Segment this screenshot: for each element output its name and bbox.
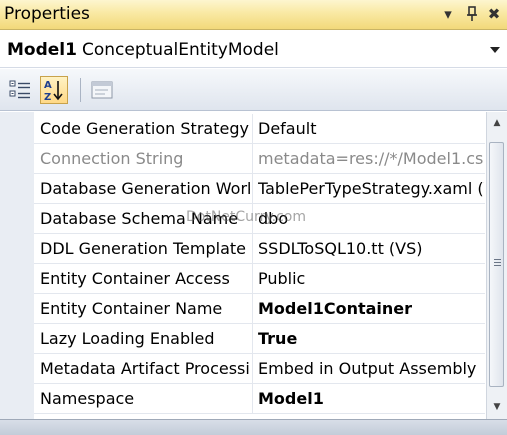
property-name: DDL Generation Template <box>40 239 246 258</box>
property-grid: Code Generation Strategy Default Connect… <box>0 112 485 419</box>
description-splitter[interactable] <box>0 419 507 435</box>
property-value[interactable]: Model1Container <box>258 294 484 324</box>
svg-text:A: A <box>44 80 52 91</box>
property-row-database-generation-workflow[interactable]: Database Generation Workflow TablePerTyp… <box>34 174 485 204</box>
properties-toolbar: A Z <box>0 69 507 111</box>
property-name: Database Generation Workflow <box>40 179 250 198</box>
property-row-metadata-artifact-processing[interactable]: Metadata Artifact Processing Embed in Ou… <box>34 354 485 384</box>
column-divider <box>252 384 253 414</box>
property-row-ddl-generation-template[interactable]: DDL Generation Template SSDLToSQL10.tt (… <box>34 234 485 264</box>
grip-line <box>494 262 501 263</box>
scroll-down-icon[interactable]: ▼ <box>487 398 507 416</box>
grid-gutter <box>0 112 34 419</box>
scroll-up-icon[interactable]: ▲ <box>487 114 507 132</box>
property-name: Entity Container Access <box>40 269 230 288</box>
object-name: Model1 <box>7 40 77 60</box>
property-row-connection-string[interactable]: Connection String metadata=res://*/Model… <box>34 144 485 174</box>
toolbar-separator <box>80 78 81 102</box>
property-value[interactable]: SSDLToSQL10.tt (VS) <box>258 234 484 264</box>
property-name: Namespace <box>40 389 135 408</box>
property-value[interactable]: Model1 <box>258 384 484 414</box>
property-value[interactable]: metadata=res://*/Model1.csdl|res://*/Mod… <box>258 144 484 174</box>
column-divider <box>252 144 253 174</box>
property-value[interactable]: Embed in Output Assembly <box>258 354 484 384</box>
property-name: Code Generation Strategy <box>40 119 249 138</box>
window-dropdown-icon[interactable]: ▾ <box>438 4 458 24</box>
property-row-entity-container-name[interactable]: Entity Container Name Model1Container <box>34 294 485 324</box>
column-divider <box>252 354 253 384</box>
property-name: Entity Container Name <box>40 299 223 318</box>
categorized-button[interactable] <box>6 76 34 104</box>
watermark-text: DotNetCurry.com <box>186 209 306 225</box>
grip-line <box>494 259 501 260</box>
object-type: ConceptualEntityModel <box>82 40 279 60</box>
property-row-lazy-loading-enabled[interactable]: Lazy Loading Enabled True <box>34 324 485 354</box>
property-pages-button[interactable] <box>88 76 116 104</box>
column-divider <box>252 174 253 204</box>
column-divider <box>252 234 253 264</box>
property-value[interactable]: Public <box>258 264 484 294</box>
chevron-down-icon[interactable] <box>490 47 500 53</box>
pin-icon[interactable] <box>462 4 482 24</box>
scrollbar-thumb[interactable] <box>489 142 504 387</box>
property-name: Connection String <box>40 149 184 168</box>
property-value[interactable]: Default <box>258 114 484 144</box>
column-divider <box>252 324 253 354</box>
close-icon[interactable]: ✖ <box>484 4 504 24</box>
alphabetical-button[interactable]: A Z <box>40 76 68 104</box>
property-pages-icon <box>91 81 113 99</box>
object-selector[interactable]: Model1 ConceptualEntityModel <box>0 31 507 68</box>
grip-line <box>494 265 501 266</box>
column-divider <box>252 264 253 294</box>
column-divider <box>252 294 253 324</box>
categorized-icon <box>9 80 30 99</box>
vertical-scrollbar[interactable]: ▲ ▼ <box>486 112 507 419</box>
property-value[interactable]: TablePerTypeStrategy.xaml (VS) <box>258 174 484 204</box>
property-name: Metadata Artifact Processing <box>40 359 250 378</box>
property-row-namespace[interactable]: Namespace Model1 <box>34 384 485 414</box>
pin-icon-svg <box>467 6 477 21</box>
title-bar: Properties ▾ ✖ <box>0 0 507 30</box>
property-value[interactable]: True <box>258 324 484 354</box>
property-row-entity-container-access[interactable]: Entity Container Access Public <box>34 264 485 294</box>
sort-az-icon: A Z <box>44 80 63 103</box>
column-divider <box>252 114 253 144</box>
property-row-code-generation-strategy[interactable]: Code Generation Strategy Default <box>34 114 485 144</box>
panel-title: Properties <box>4 4 90 24</box>
property-name: Lazy Loading Enabled <box>40 329 215 348</box>
svg-text:Z: Z <box>44 92 51 103</box>
